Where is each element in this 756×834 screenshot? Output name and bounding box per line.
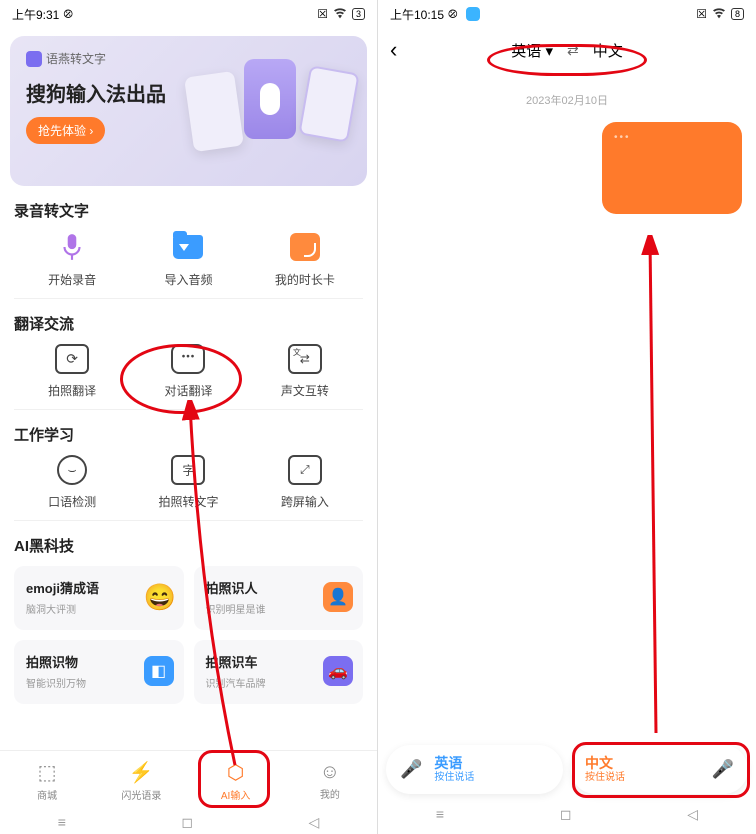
talk-button-english[interactable]: 🎤 英语 按住说话 xyxy=(386,745,563,794)
camera-refresh-icon xyxy=(55,344,89,374)
android-nav: ≡ ◻ ◁ xyxy=(378,802,756,826)
status-bar: 上午9:31 ⦼ ☒ 3 xyxy=(0,0,377,28)
card-emoji-idiom[interactable]: emoji猜成语 脑洞大评测 😄 xyxy=(14,566,184,630)
annotation-arrow-up-right xyxy=(638,235,668,735)
talk-buttons-row: 🎤 英语 按住说话 中文 按住说话 🎤 xyxy=(378,745,756,794)
car-icon: 🚗 xyxy=(323,656,353,686)
card-icon xyxy=(289,231,321,263)
item-dialog-translate[interactable]: 对话翻译 xyxy=(130,344,246,399)
status-time: 上午10:15 xyxy=(390,6,444,23)
emoji-icon: 😄 xyxy=(144,582,174,612)
smile-icon xyxy=(57,455,87,485)
section-title: 工作学习 xyxy=(14,424,363,445)
banner-tag-icon xyxy=(26,51,42,67)
mic-icon: 🎤 xyxy=(712,759,734,780)
battery-icon: 3 xyxy=(352,8,365,20)
swap-icon[interactable]: ⇄ xyxy=(567,42,579,59)
recent-icon[interactable]: ≡ xyxy=(58,814,66,830)
item-photo-to-text[interactable]: 拍照转文字 xyxy=(130,455,246,510)
tab-mine[interactable]: ☺ 我的 xyxy=(283,751,377,810)
bag-icon: ⬚ xyxy=(38,760,57,785)
section-title: 翻译交流 xyxy=(14,313,363,334)
section-translate: 翻译交流 拍照翻译 对话翻译 声文互转 xyxy=(0,313,377,410)
battery-icon: 8 xyxy=(731,8,744,20)
item-import-audio[interactable]: 导入音频 xyxy=(130,231,246,288)
home-icon[interactable]: ◻ xyxy=(560,806,572,823)
wifi-icon xyxy=(711,7,727,22)
section-title: AI黑科技 xyxy=(14,535,363,556)
dnd-icon: ⦼ xyxy=(63,7,73,22)
bottom-tabbar: ⬚ 商城 ⚡ 闪光语录 ⬡ AI输入 ☺ 我的 xyxy=(0,750,377,810)
tab-mall[interactable]: ⬚ 商城 xyxy=(0,751,94,810)
text-icon xyxy=(171,455,205,485)
status-bar: 上午10:15 ⦼ ☒ 8 xyxy=(378,0,756,28)
back-icon[interactable]: ◁ xyxy=(687,806,698,823)
dnd-icon: ⦼ xyxy=(448,7,458,22)
app-indicator-icon xyxy=(466,7,480,21)
back-icon[interactable]: ◁ xyxy=(308,814,319,831)
tab-ai-input[interactable]: ⬡ AI输入 xyxy=(189,751,283,810)
language-switcher[interactable]: 英语 ▾ ⇄ 中文 xyxy=(511,40,622,61)
date-label: 2023年02月10日 xyxy=(392,92,742,108)
recent-icon[interactable]: ≡ xyxy=(436,806,444,822)
phone-left: 上午9:31 ⦼ ☒ 3 语燕转文字 搜狗输入法出品 抢先体验 › 录音转文字 xyxy=(0,0,378,834)
talk-button-chinese[interactable]: 中文 按住说话 🎤 xyxy=(571,745,748,794)
item-time-card[interactable]: 我的时长卡 xyxy=(247,231,363,288)
banner-illustration xyxy=(189,54,359,174)
swap-icon xyxy=(288,344,322,374)
section-record: 录音转文字 开始录音 导入音频 我的时长卡 xyxy=(0,200,377,299)
card-photo-person[interactable]: 拍照识人 识别明星是谁 👤 xyxy=(194,566,364,630)
mic-icon xyxy=(56,231,88,263)
screen-icon xyxy=(288,455,322,485)
wifi-icon xyxy=(332,7,348,22)
card-photo-car[interactable]: 拍照识车 识别汽车品牌 🚗 xyxy=(194,640,364,704)
android-nav: ≡ ◻ ◁ xyxy=(0,810,377,834)
flash-icon: ⚡ xyxy=(129,760,154,785)
card-icon: ☒ xyxy=(696,7,707,21)
ai-icon: ⬡ xyxy=(227,760,244,785)
message-bubble[interactable] xyxy=(602,122,742,214)
folder-icon xyxy=(172,231,204,263)
item-cross-screen[interactable]: 跨屏输入 xyxy=(247,455,363,510)
card-photo-object[interactable]: 拍照识物 智能识别万物 ◧ xyxy=(14,640,184,704)
status-time: 上午9:31 xyxy=(12,6,59,23)
card-icon: ☒ xyxy=(317,7,328,21)
item-voice-text-swap[interactable]: 声文互转 xyxy=(247,344,363,399)
home-icon[interactable]: ◻ xyxy=(181,814,193,831)
cube-icon: ◧ xyxy=(144,656,174,686)
lang-to[interactable]: 中文 xyxy=(593,40,623,61)
banner-tag: 语燕转文字 xyxy=(26,50,106,67)
back-button[interactable]: ‹ xyxy=(390,37,397,63)
lang-from[interactable]: 英语 ▾ xyxy=(511,40,553,61)
section-title: 录音转文字 xyxy=(14,200,363,221)
item-start-record[interactable]: 开始录音 xyxy=(14,231,130,288)
chat-area: 2023年02月10日 xyxy=(378,72,756,224)
item-photo-translate[interactable]: 拍照翻译 xyxy=(14,344,130,399)
tab-flash[interactable]: ⚡ 闪光语录 xyxy=(94,751,188,810)
translate-header: ‹ 英语 ▾ ⇄ 中文 xyxy=(378,28,756,72)
promo-banner[interactable]: 语燕转文字 搜狗输入法出品 抢先体验 › xyxy=(10,36,367,186)
section-ai: AI黑科技 emoji猜成语 脑洞大评测 😄 拍照识人 识别明星是谁 👤 拍照识… xyxy=(0,535,377,704)
banner-cta-button[interactable]: 抢先体验 › xyxy=(26,117,105,144)
section-work: 工作学习 口语检测 拍照转文字 跨屏输入 xyxy=(0,424,377,521)
item-oral-test[interactable]: 口语检测 xyxy=(14,455,130,510)
user-icon: ☺ xyxy=(320,761,340,784)
chat-icon xyxy=(171,344,205,374)
person-icon: 👤 xyxy=(323,582,353,612)
mic-icon: 🎤 xyxy=(400,759,422,780)
phone-right: 上午10:15 ⦼ ☒ 8 ‹ 英语 ▾ ⇄ 中文 2023年02月10日 🎤 … xyxy=(378,0,756,834)
